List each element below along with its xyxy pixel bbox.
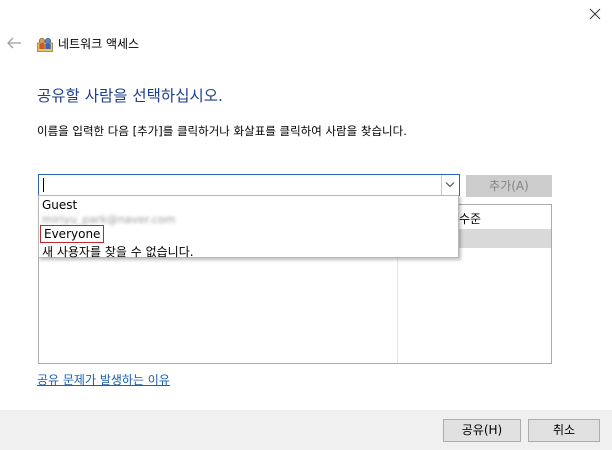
add-button[interactable]: 추가(A) [466, 175, 552, 197]
sharing-help-link[interactable]: 공유 문제가 발생하는 이유 [37, 371, 170, 388]
cancel-button[interactable]: 취소 [528, 419, 600, 442]
column-header-permission: 수준 [459, 212, 482, 226]
text-caret [43, 178, 44, 192]
back-arrow-icon [7, 37, 21, 49]
window-title: 네트워크 액세스 [58, 37, 140, 51]
dropdown-item-guest[interactable]: Guest [42, 198, 77, 212]
close-button[interactable] [583, 4, 607, 26]
back-button[interactable] [6, 34, 24, 52]
share-button[interactable]: 공유(H) [443, 419, 521, 442]
user-dropdown-list[interactable]: Guest miriyu_park@naver.com 새 사용자를 찾을 수 … [38, 195, 459, 260]
close-icon [589, 8, 601, 20]
network-users-icon [37, 36, 53, 52]
combobox-dropdown-button[interactable] [441, 175, 459, 195]
dropdown-item-everyone[interactable]: Everyone [40, 225, 105, 243]
name-combobox[interactable] [38, 174, 460, 196]
dropdown-item-find-user[interactable]: 새 사용자를 찾을 수 없습니다. [42, 243, 194, 260]
instruction-text: 이름을 입력한 다음 [추가]를 클릭하거나 화살표를 클릭하여 사람을 찾습니… [37, 124, 407, 138]
page-heading: 공유할 사람을 선택하십시오. [37, 87, 223, 105]
chevron-down-icon [445, 182, 455, 188]
